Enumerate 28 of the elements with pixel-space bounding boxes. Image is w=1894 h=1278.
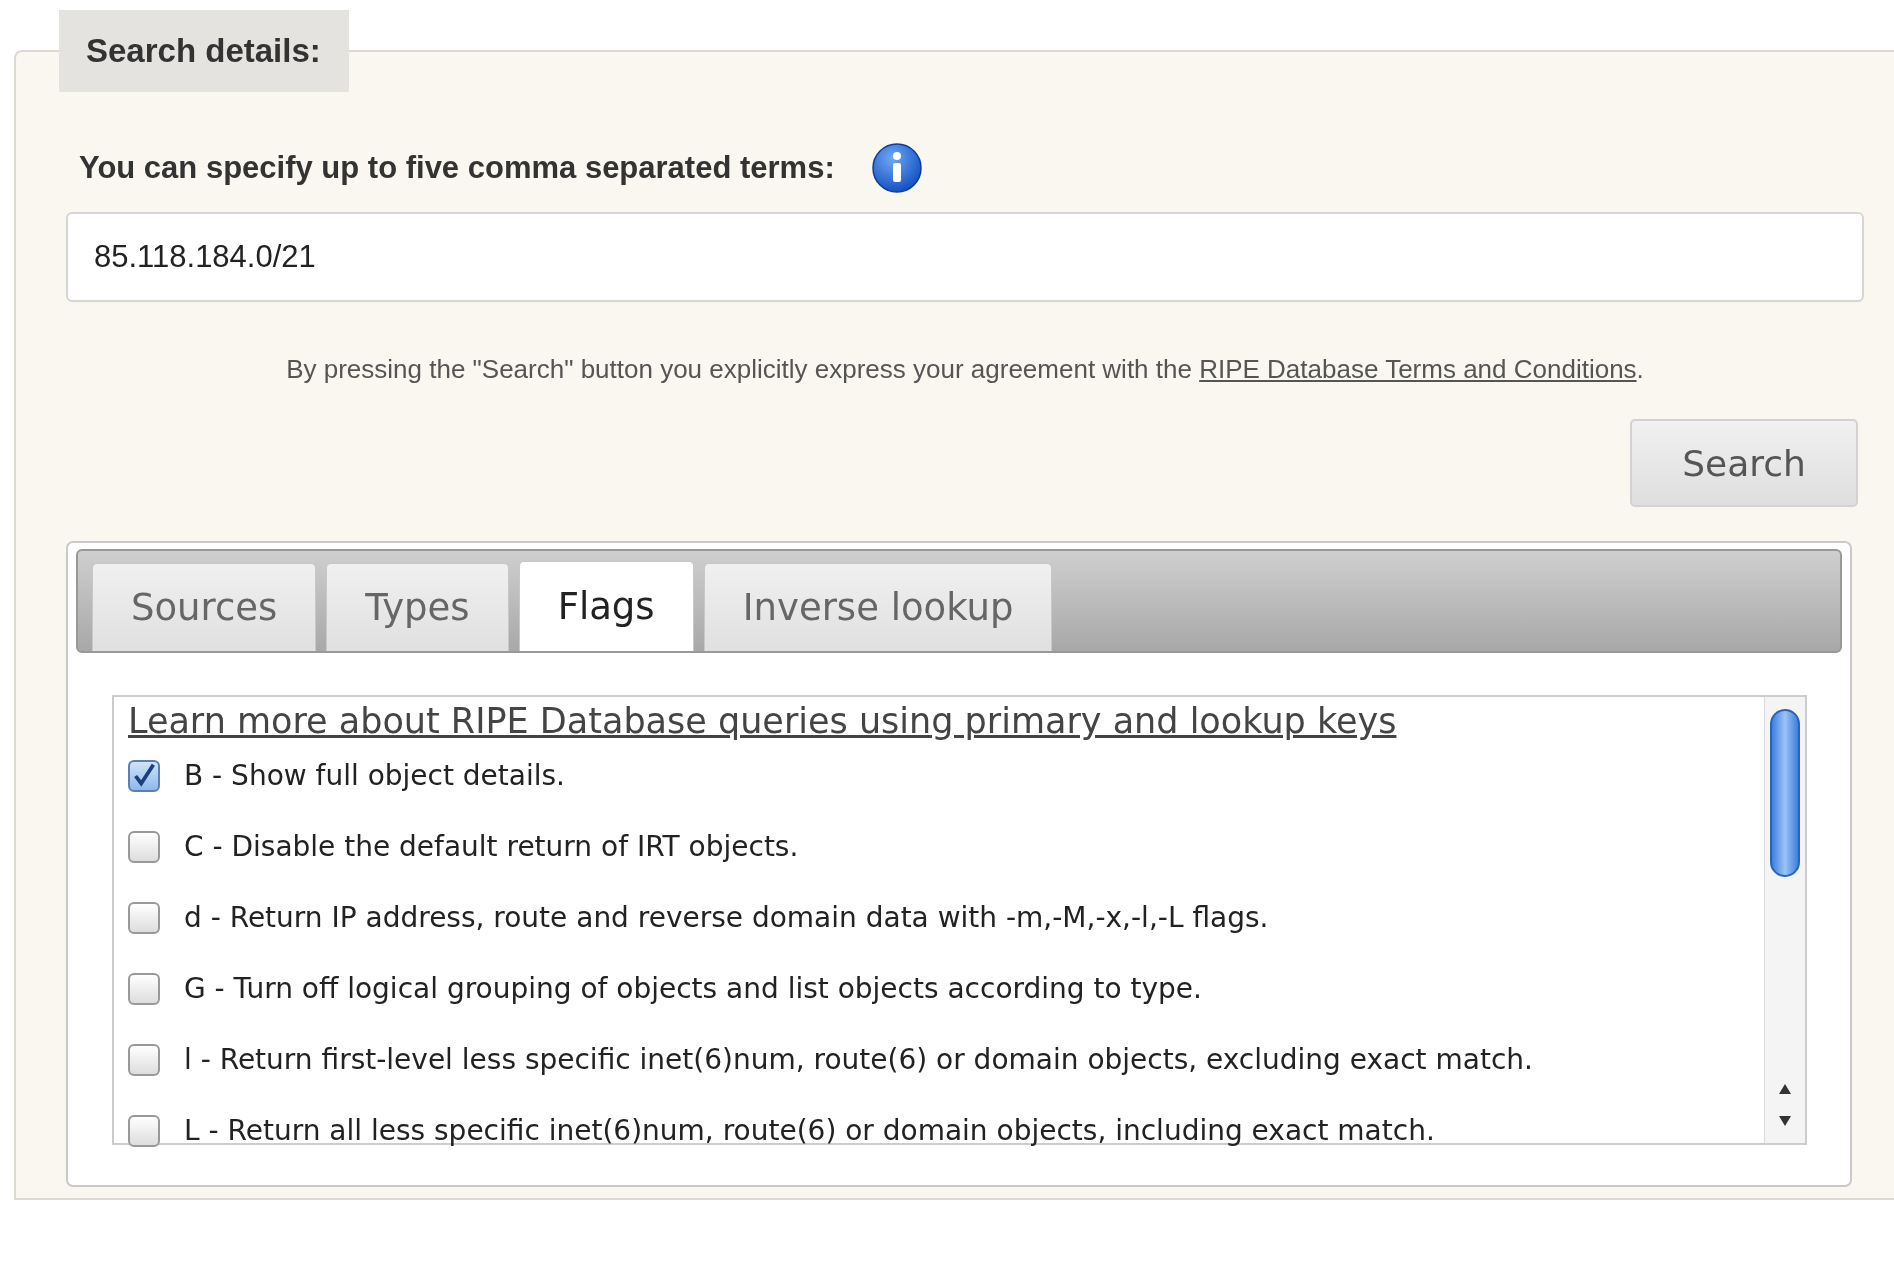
checkbox[interactable] [128, 1114, 160, 1147]
info-icon[interactable] [870, 142, 923, 194]
search-input-field[interactable]: 85.118.184.0/21 [66, 212, 1864, 302]
search-button[interactable]: Search [1630, 419, 1858, 507]
flag-label: d - Return IP address, route and reverse domain data with -m,-M,-x,-l,-L flags. [184, 901, 1269, 934]
field-label: You can specify up to five comma separated terms: [79, 150, 835, 186]
checkbox[interactable] [128, 901, 160, 934]
tab[interactable]: Inverse lookup [703, 563, 1053, 651]
tab[interactable]: Sources [92, 563, 317, 651]
checkbox[interactable] [128, 1043, 160, 1076]
scrollbar-thumb[interactable] [1770, 709, 1800, 877]
scroll-down-icon[interactable] [1778, 1115, 1792, 1127]
flag-label: C - Disable the default return of IRT objects. [184, 830, 799, 863]
checkbox[interactable] [128, 759, 160, 792]
checkbox[interactable] [128, 972, 160, 1005]
learn-more-link[interactable]: Learn more about RIPE Database queries using primary and lookup keys [128, 701, 1764, 741]
agreement-text: By pressing the "Search" button you explicitly express your agreement with the RIPE Database Terms and Conditions. [285, 354, 1645, 385]
flag-label: l - Return first-level less specific inet(6)num, route(6) or domain objects, excluding exact match. [184, 1043, 1533, 1076]
terms-link[interactable]: RIPE Database Terms and Conditions [1199, 354, 1637, 384]
flag-label: G - Turn off logical grouping of objects and list objects according to type. [184, 972, 1202, 1005]
scrollbar[interactable] [1764, 697, 1805, 1143]
section-legend: Search details: [59, 10, 349, 92]
tab[interactable]: Flags [518, 561, 694, 651]
tab[interactable]: Types [326, 563, 509, 651]
scroll-up-icon[interactable] [1778, 1083, 1792, 1095]
checkbox[interactable] [128, 830, 160, 863]
flag-label: L - Return all less specific inet(6)num, route(6) or domain objects, including exact match. [184, 1114, 1435, 1147]
flag-label: B - Show full object details. [184, 759, 565, 792]
